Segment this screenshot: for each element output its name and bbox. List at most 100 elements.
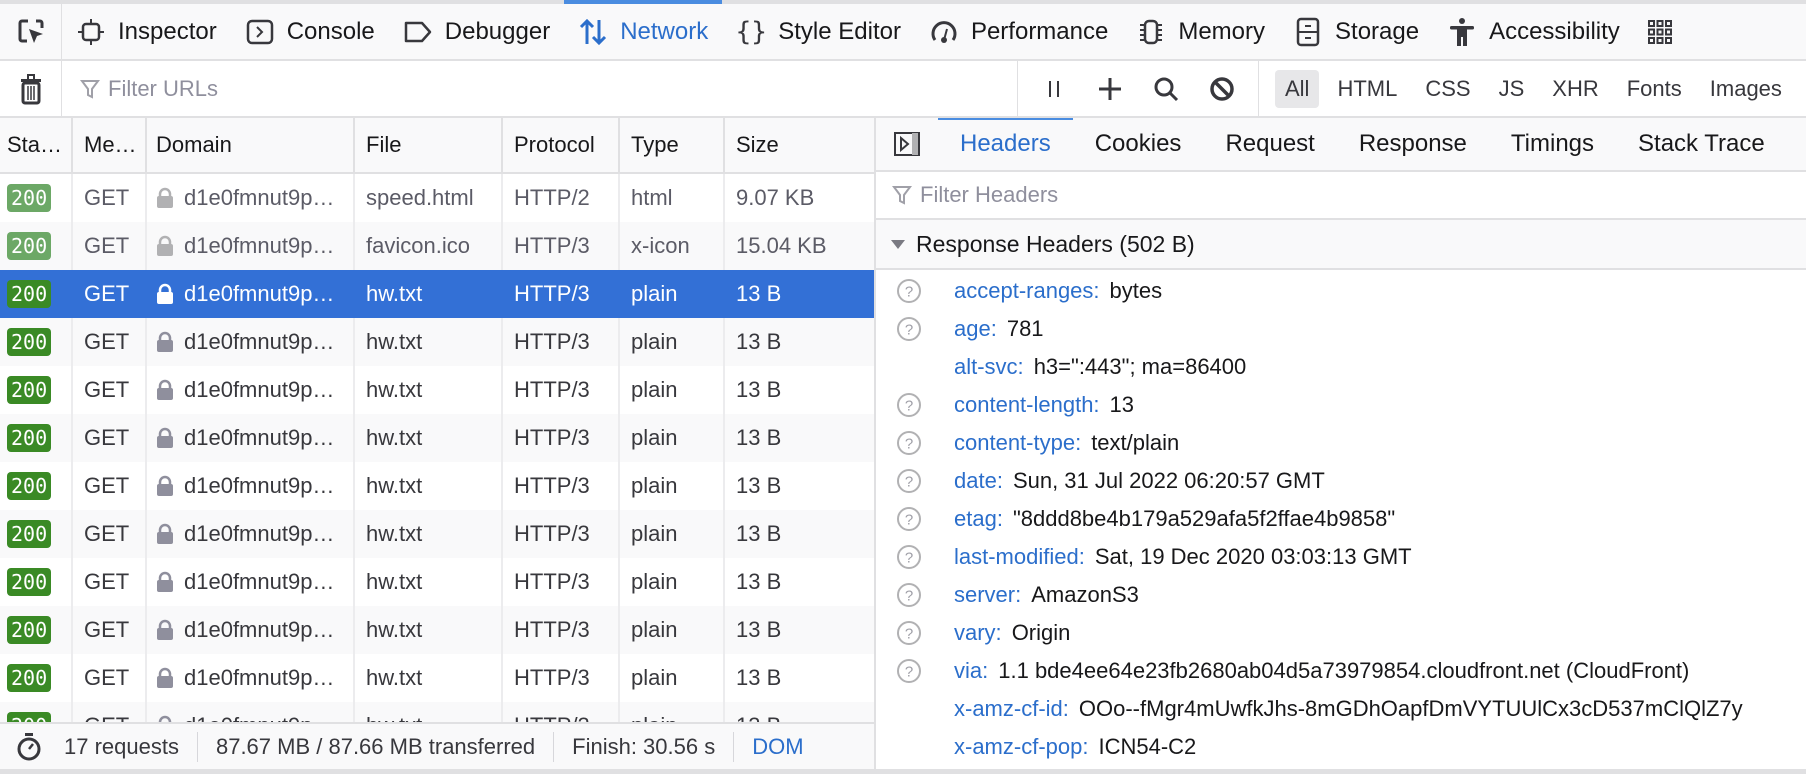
tab-memory[interactable]: Memory bbox=[1122, 4, 1279, 59]
table-row[interactable]: 200 GET d1e0fmnut9p… hw.txt HTTP/3 plain 13 B bbox=[0, 270, 874, 318]
tab-accessibility[interactable]: Accessibility bbox=[1433, 4, 1634, 59]
svg-text:?: ? bbox=[905, 588, 913, 605]
help-link[interactable]: ? bbox=[876, 468, 954, 494]
filter-all[interactable]: All bbox=[1275, 69, 1320, 108]
help-icon[interactable]: ? bbox=[896, 468, 922, 494]
tab-performance[interactable]: Performance bbox=[915, 4, 1122, 59]
help-link[interactable]: ? bbox=[876, 316, 954, 342]
help-icon[interactable]: ? bbox=[896, 506, 922, 532]
more-tools-button[interactable] bbox=[1640, 4, 1680, 59]
block-requests-button[interactable] bbox=[1194, 61, 1250, 116]
file-text: favicon.ico bbox=[366, 233, 470, 258]
cell-status: 200 bbox=[0, 366, 73, 414]
filter-css[interactable]: CSS bbox=[1415, 70, 1480, 108]
type-text: plain bbox=[631, 617, 678, 642]
help-icon[interactable]: ? bbox=[896, 544, 922, 570]
table-row[interactable]: 200 GET d1e0fmnut9p… hw.txt HTTP/3 plain 13 B bbox=[0, 654, 874, 702]
pause-button[interactable] bbox=[1026, 61, 1082, 116]
file-text: hw.txt bbox=[366, 281, 423, 306]
filter-js[interactable]: JS bbox=[1489, 70, 1535, 108]
size-text: 13 B bbox=[736, 569, 782, 594]
help-icon[interactable]: ? bbox=[896, 316, 922, 342]
tab-response[interactable]: Response bbox=[1337, 118, 1489, 170]
tab-console[interactable]: Console bbox=[231, 4, 389, 59]
cell-method: GET bbox=[73, 654, 147, 702]
tab-network[interactable]: Network bbox=[564, 0, 723, 59]
table-row[interactable]: 200 GET d1e0fmnut9p… speed.html HTTP/2 html 9.… bbox=[0, 174, 874, 222]
cell-protocol: HTTP/3 bbox=[503, 366, 620, 414]
toggle-sidebar-button[interactable] bbox=[876, 118, 938, 170]
performance-analysis-button[interactable] bbox=[0, 732, 60, 762]
tab-headers[interactable]: Headers bbox=[938, 118, 1073, 170]
filter-xhr[interactable]: XHR bbox=[1542, 70, 1608, 108]
tab-debugger[interactable]: Debugger bbox=[389, 4, 564, 59]
column-method[interactable]: Me… bbox=[73, 118, 147, 172]
response-headers-toggle[interactable]: Response Headers (502 B) bbox=[876, 220, 1806, 270]
filter-icon bbox=[892, 184, 912, 206]
file-text: hw.txt bbox=[366, 665, 423, 690]
table-row[interactable]: 200 GET d1e0fmnut9p… hw.txt HTTP/3 plain 13 B bbox=[0, 702, 874, 722]
help-link[interactable]: ? bbox=[876, 506, 954, 532]
help-link[interactable]: ? bbox=[876, 278, 954, 304]
size-text: 13 B bbox=[736, 665, 782, 690]
clear-button[interactable] bbox=[0, 61, 62, 116]
tab-style-editor[interactable]: {} Style Editor bbox=[722, 4, 915, 59]
column-domain[interactable]: Domain bbox=[147, 118, 355, 172]
add-request-button[interactable] bbox=[1082, 61, 1138, 116]
header-row: ? content-length: 13 bbox=[876, 386, 1806, 424]
table-row[interactable]: 200 GET d1e0fmnut9p… hw.txt HTTP/3 plain 13 B bbox=[0, 558, 874, 606]
tab-stack-trace[interactable]: Stack Trace bbox=[1616, 118, 1787, 170]
table-row[interactable]: 200 GET d1e0fmnut9p… hw.txt HTTP/3 plain 13 B bbox=[0, 606, 874, 654]
help-icon[interactable]: ? bbox=[896, 658, 922, 684]
help-link[interactable]: ? bbox=[876, 658, 954, 684]
protocol-text: HTTP/3 bbox=[514, 569, 590, 594]
filter-images[interactable]: Images bbox=[1700, 70, 1792, 108]
help-link[interactable]: ? bbox=[876, 544, 954, 570]
column-protocol[interactable]: Protocol bbox=[503, 118, 620, 172]
tab-request[interactable]: Request bbox=[1203, 118, 1336, 170]
tab-storage[interactable]: Storage bbox=[1279, 4, 1433, 59]
table-row[interactable]: 200 GET d1e0fmnut9p… hw.txt HTTP/3 plain 13 B bbox=[0, 462, 874, 510]
svg-text:?: ? bbox=[905, 474, 913, 491]
column-status[interactable]: Sta… bbox=[0, 118, 73, 172]
help-icon[interactable]: ? bbox=[896, 392, 922, 418]
method-text: GET bbox=[84, 569, 130, 594]
column-file[interactable]: File bbox=[355, 118, 503, 172]
table-row[interactable]: 200 GET d1e0fmnut9p… hw.txt HTTP/3 plain 13 B bbox=[0, 414, 874, 462]
column-size[interactable]: Size bbox=[725, 118, 874, 172]
accessibility-icon bbox=[1447, 17, 1477, 47]
help-icon[interactable]: ? bbox=[896, 582, 922, 608]
table-row[interactable]: 200 GET d1e0fmnut9p… hw.txt HTTP/3 plain 13 B bbox=[0, 510, 874, 558]
size-text: 13 B bbox=[736, 713, 781, 722]
help-link[interactable]: ? bbox=[876, 620, 954, 646]
help-link[interactable]: ? bbox=[876, 582, 954, 608]
filter-urls-input[interactable]: Filter URLs bbox=[62, 61, 1018, 116]
element-picker-button[interactable] bbox=[0, 4, 62, 59]
filter-fonts[interactable]: Fonts bbox=[1617, 70, 1692, 108]
help-icon[interactable]: ? bbox=[896, 430, 922, 456]
cell-file: hw.txt bbox=[355, 414, 503, 462]
method-text: GET bbox=[84, 377, 130, 402]
column-type[interactable]: Type bbox=[620, 118, 725, 172]
table-row[interactable]: 200 GET d1e0fmnut9p… hw.txt HTTP/3 plain 13 B bbox=[0, 318, 874, 366]
filter-html[interactable]: HTML bbox=[1327, 70, 1407, 108]
help-icon[interactable]: ? bbox=[896, 278, 922, 304]
svg-text:?: ? bbox=[905, 626, 913, 643]
tab-inspector[interactable]: Inspector bbox=[62, 4, 231, 59]
domain-text: d1e0fmnut9p… bbox=[184, 281, 335, 306]
help-link[interactable]: ? bbox=[876, 392, 954, 418]
table-row[interactable]: 200 GET d1e0fmnut9p… hw.txt HTTP/3 plain 13 B bbox=[0, 366, 874, 414]
search-button[interactable] bbox=[1138, 61, 1194, 116]
cell-file: hw.txt bbox=[355, 606, 503, 654]
filter-headers-input[interactable]: Filter Headers bbox=[876, 172, 1806, 220]
help-link[interactable]: ? bbox=[876, 430, 954, 456]
tab-cookies[interactable]: Cookies bbox=[1073, 118, 1204, 170]
cell-status: 200 bbox=[0, 174, 73, 222]
protocol-text: HTTP/3 bbox=[514, 521, 590, 546]
trash-icon bbox=[20, 73, 41, 104]
lock-icon bbox=[156, 235, 174, 257]
tab-timings[interactable]: Timings bbox=[1489, 118, 1616, 170]
size-text: 13 B bbox=[736, 617, 782, 642]
help-icon[interactable]: ? bbox=[896, 620, 922, 646]
table-row[interactable]: 200 GET d1e0fmnut9p… favicon.ico HTTP/3 x-ico… bbox=[0, 222, 874, 270]
